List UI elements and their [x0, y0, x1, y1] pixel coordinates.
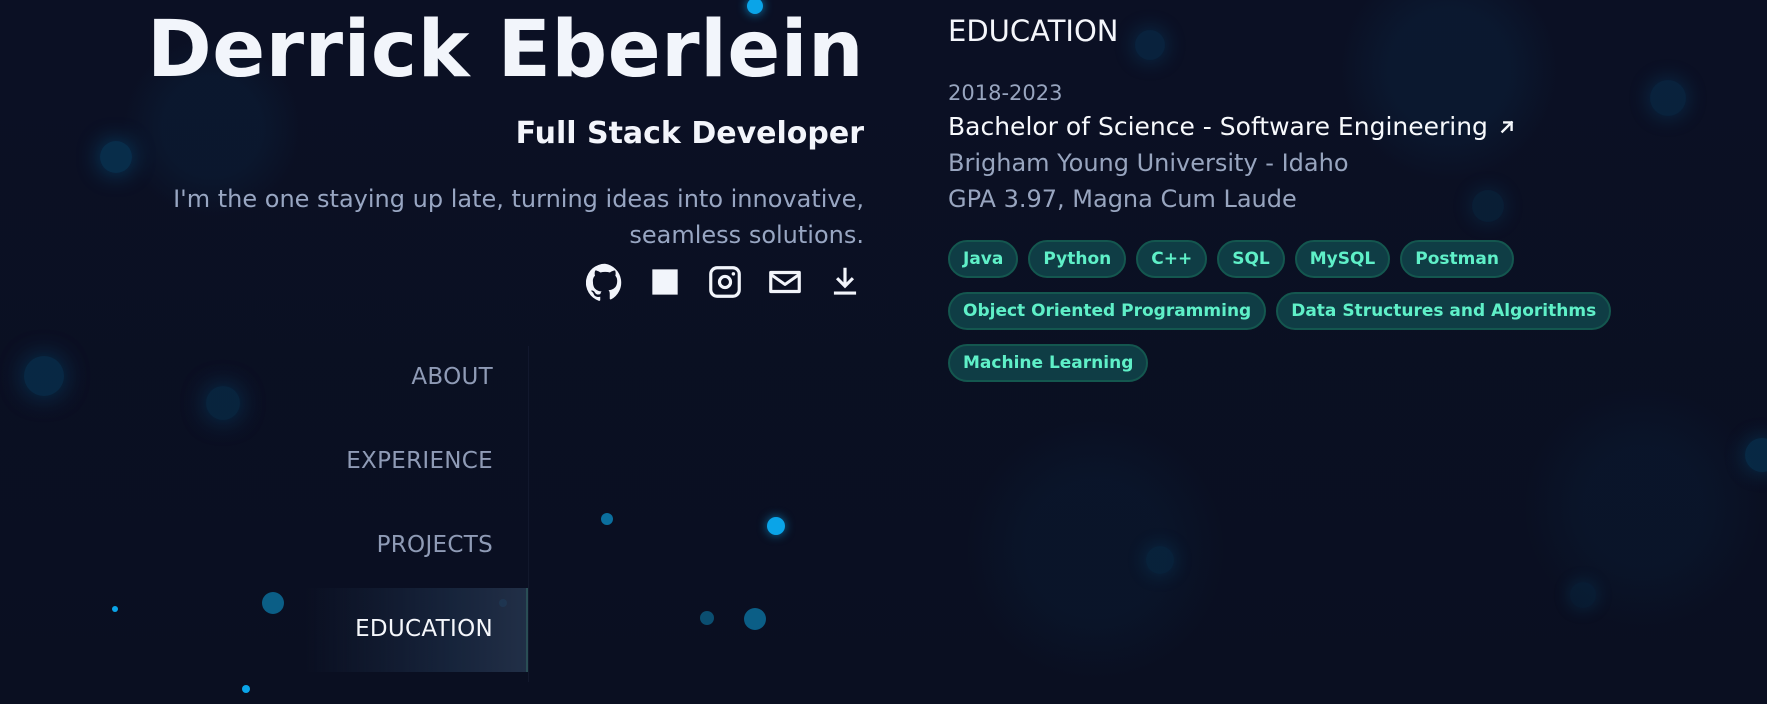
mail-icon [766, 263, 804, 301]
instagram-icon [706, 263, 744, 301]
gpa-text: GPA 3.97, Magna Cum Laude [948, 185, 1297, 213]
external-link-icon [1496, 116, 1518, 138]
github-link[interactable] [586, 263, 624, 301]
instagram-link[interactable] [706, 263, 744, 301]
section-title: EDUCATION [948, 14, 1119, 48]
profile-column: Derrick Eberlein Full Stack Developer I'… [0, 0, 864, 704]
linkedin-link[interactable] [646, 263, 684, 301]
download-icon [826, 263, 864, 301]
profile-tagline: I'm the one staying up late, turning ide… [173, 185, 864, 249]
nav-education[interactable]: EDUCATION [355, 616, 493, 642]
email-link[interactable] [766, 263, 804, 301]
download-link[interactable] [826, 263, 864, 301]
skill-tag: Java [948, 240, 1019, 278]
skill-tag: Machine Learning [948, 344, 1149, 382]
github-icon [586, 263, 624, 301]
skill-tag: MySQL [1294, 240, 1391, 278]
degree-link[interactable]: Bachelor of Science - Software Engineeri… [948, 111, 1518, 143]
profile-name: Derrick Eberlein [147, 5, 864, 95]
school-name: Brigham Young University - Idaho [948, 149, 1349, 177]
skill-tags: Java Python C++ SQL MySQL Postman Object… [948, 240, 1756, 382]
linkedin-icon [646, 263, 684, 301]
profile-title: Full Stack Developer [515, 116, 864, 151]
skill-tag: Object Oriented Programming [948, 292, 1267, 330]
education-years: 2018-2023 [948, 81, 1063, 105]
skill-tag: C++ [1136, 240, 1208, 278]
skill-tag: Postman [1400, 240, 1514, 278]
skill-tag: SQL [1217, 240, 1285, 278]
education-section: EDUCATION 2018-2023 Bachelor of Science … [948, 0, 1756, 704]
skill-tag: Python [1028, 240, 1127, 278]
nav-about[interactable]: ABOUT [411, 364, 493, 390]
social-links [586, 263, 864, 301]
degree-title: Bachelor of Science - Software Engineeri… [948, 112, 1488, 141]
nav-experience[interactable]: EXPERIENCE [346, 448, 493, 474]
nav-projects[interactable]: PROJECTS [377, 532, 493, 558]
section-navigation: ABOUT EXPERIENCE PROJECTS EDUCATION [0, 346, 529, 682]
skill-tag: Data Structures and Algorithms [1276, 292, 1612, 330]
